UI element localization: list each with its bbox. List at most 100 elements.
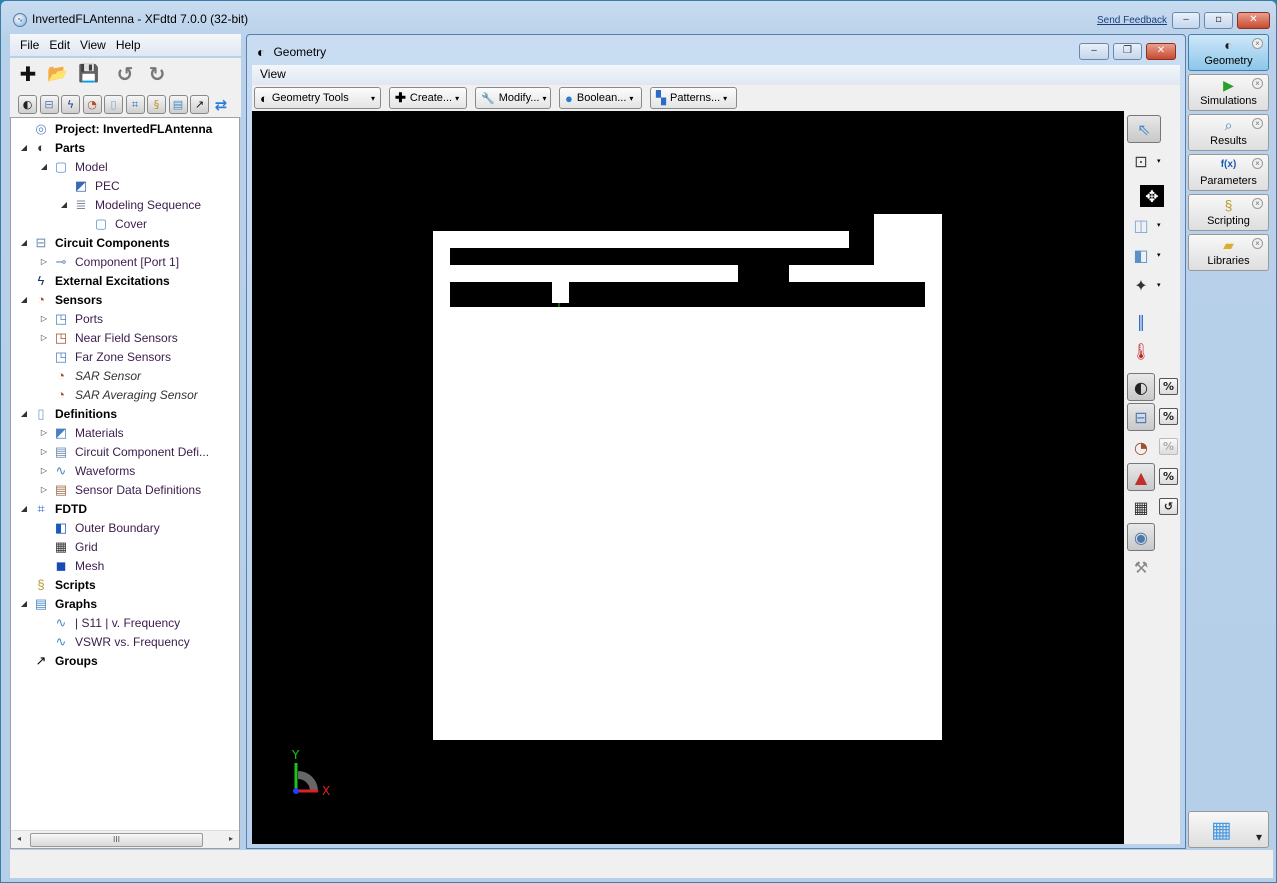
new-project-icon[interactable]: ✚: [15, 61, 41, 87]
view-wireframe-icon[interactable]: ◫: [1127, 211, 1155, 239]
expand-arrow-icon[interactable]: ▷: [39, 428, 49, 437]
show-sensors-icon[interactable]: ◔: [1127, 433, 1155, 461]
dock-tab-simulations[interactable]: ▶ Simulations ×: [1188, 74, 1269, 111]
definitions-filter-icon[interactable]: ▯: [104, 95, 123, 114]
close-tab-icon[interactable]: ×: [1252, 238, 1263, 249]
tree-item-pec[interactable]: ◩ PEC: [59, 176, 120, 195]
show-parts-icon[interactable]: ◐: [1127, 373, 1155, 401]
parts-filter-icon[interactable]: ◐: [18, 95, 37, 114]
lighting-icon[interactable]: ✦: [1127, 271, 1155, 299]
minimize-button[interactable]: ‒: [1172, 12, 1200, 29]
collapse-arrow-icon[interactable]: ◢: [39, 162, 49, 171]
scroll-right-arrow[interactable]: ▸: [229, 834, 233, 843]
expand-arrow-icon[interactable]: ▷: [39, 333, 49, 342]
zoom-region-icon[interactable]: ⊡: [1127, 147, 1155, 175]
tree-item-grid[interactable]: ▦ Grid: [39, 537, 98, 556]
geometry-menu-view[interactable]: View: [252, 65, 294, 83]
save-icon[interactable]: 💾: [76, 61, 102, 87]
scroll-thumb[interactable]: III: [30, 833, 203, 847]
thermometer-icon[interactable]: 🌡: [1127, 337, 1155, 365]
tree-item-sensor-data-definitions[interactable]: ▷ ▤ Sensor Data Definitions: [39, 480, 201, 499]
tree-item-materials[interactable]: ▷ ◩ Materials: [39, 423, 124, 442]
maximize-button[interactable]: ▫: [1204, 12, 1233, 29]
tree-item-model[interactable]: ◢ ▢ Model: [39, 157, 108, 176]
show-grid-icon[interactable]: ▦: [1127, 493, 1155, 521]
show-results-icon[interactable]: ▲: [1127, 463, 1155, 491]
groups-filter-icon[interactable]: ↗: [190, 95, 209, 114]
open-project-icon[interactable]: 📂: [45, 61, 71, 87]
tree-item-parts[interactable]: ◢ ◐ Parts: [19, 138, 85, 157]
create-button[interactable]: ✚ Create... ▾: [389, 87, 467, 109]
view-solid-icon[interactable]: ◧: [1127, 241, 1155, 269]
scroll-left-arrow[interactable]: ◂: [17, 834, 21, 843]
scripts-filter-icon[interactable]: §: [147, 95, 166, 114]
geometry-tools-dropdown[interactable]: ◐ Geometry Tools ▾: [254, 87, 381, 109]
show-mesh-icon[interactable]: ◉: [1127, 523, 1155, 551]
modify-button[interactable]: 🔧 Modify... ▾: [475, 87, 551, 109]
undo-icon[interactable]: ↺: [112, 61, 138, 87]
collapse-arrow-icon[interactable]: ◢: [19, 295, 29, 304]
tree-horizontal-scrollbar[interactable]: ◂ III ▸: [11, 830, 239, 848]
tree-item-outer-boundary[interactable]: ◧ Outer Boundary: [39, 518, 160, 537]
tools-icon[interactable]: ⚒: [1127, 553, 1155, 581]
opacity-percent-button[interactable]: %: [1159, 408, 1178, 425]
sensor-filter-icon[interactable]: ◔: [82, 95, 102, 114]
tree-item-scripts[interactable]: § Scripts: [19, 575, 95, 594]
opacity-percent-button[interactable]: %: [1159, 468, 1178, 485]
chevron-down-icon[interactable]: ▾: [1157, 157, 1161, 165]
menu-file[interactable]: File: [10, 34, 44, 52]
menu-help[interactable]: Help: [111, 34, 146, 52]
dock-tab-results[interactable]: ⌕ Results ×: [1188, 114, 1269, 151]
close-tab-icon[interactable]: ×: [1252, 158, 1263, 169]
select-arrow-icon[interactable]: ⇖: [1127, 115, 1161, 143]
tree-item-sar-averaging-sensor[interactable]: ◔ SAR Averaging Sensor: [39, 385, 198, 404]
tree-item-circuit-components[interactable]: ◢ ⊟ Circuit Components: [19, 233, 170, 252]
ruler-icon[interactable]: ‖: [1127, 307, 1155, 335]
tree-item-component-port-1[interactable]: ▷ ⊸ Component [Port 1]: [39, 252, 179, 271]
layout-selector-button[interactable]: ▦ ▾: [1188, 811, 1269, 848]
patterns-button[interactable]: ▚ Patterns... ▾: [650, 87, 737, 109]
close-tab-icon[interactable]: ×: [1252, 38, 1263, 49]
close-tab-icon[interactable]: ×: [1252, 198, 1263, 209]
tree-item-waveforms[interactable]: ▷ ∿ Waveforms: [39, 461, 135, 480]
tree-item-project-invertedflantenna[interactable]: ◎ Project: InvertedFLAntenna: [19, 119, 212, 138]
chevron-down-icon[interactable]: ▾: [1157, 281, 1161, 289]
tree-item-s11-v-frequency[interactable]: ∿ | S11 | v. Frequency: [39, 613, 181, 632]
tree-item-definitions[interactable]: ◢ ▯ Definitions: [19, 404, 117, 423]
geometry-restore-button[interactable]: ❐: [1113, 43, 1142, 60]
tree-item-external-excitations[interactable]: ϟ External Excitations: [19, 271, 170, 290]
tree-item-graphs[interactable]: ◢ ▤ Graphs: [19, 594, 97, 613]
boolean-button[interactable]: ● Boolean... ▾: [559, 87, 642, 109]
circuit-filter-icon[interactable]: ⊟: [39, 95, 59, 114]
geometry-close-button[interactable]: ✕: [1146, 43, 1176, 60]
tree-item-groups[interactable]: ↗ Groups: [19, 651, 98, 670]
chevron-down-icon[interactable]: ▾: [1157, 251, 1161, 259]
tree-item-sar-sensor[interactable]: ◔ SAR Sensor: [39, 366, 141, 385]
tree-item-sensors[interactable]: ◢ ◔ Sensors: [19, 290, 102, 309]
tree-item-cover[interactable]: ▢ Cover: [79, 214, 147, 233]
dock-tab-scripting[interactable]: § Scripting ×: [1188, 194, 1269, 231]
pan-icon[interactable]: ✥: [1140, 185, 1164, 207]
redo-icon[interactable]: ↻: [144, 61, 170, 87]
geometry-minimize-button[interactable]: ‒: [1079, 43, 1109, 60]
expand-arrow-icon[interactable]: ▷: [39, 257, 49, 266]
send-feedback-link[interactable]: Send Feedback: [1097, 15, 1167, 26]
expand-arrow-icon[interactable]: ▷: [39, 466, 49, 475]
tree-item-vswr-vs-frequency[interactable]: ∿ VSWR vs. Frequency: [39, 632, 190, 651]
tree-item-far-zone-sensors[interactable]: ◳ Far Zone Sensors: [39, 347, 171, 366]
tree-item-ports[interactable]: ▷ ◳ Ports: [39, 309, 103, 328]
expand-arrow-icon[interactable]: ▷: [39, 485, 49, 494]
collapse-arrow-icon[interactable]: ◢: [59, 200, 69, 209]
tree-item-mesh[interactable]: ◼ Mesh: [39, 556, 105, 575]
tree-item-circuit-component-defi[interactable]: ▷ ▤ Circuit Component Defi...: [39, 442, 209, 461]
3d-viewport[interactable]: X Y: [252, 111, 1124, 844]
close-button[interactable]: ✕: [1237, 12, 1270, 29]
close-tab-icon[interactable]: ×: [1252, 78, 1263, 89]
tree-item-fdtd[interactable]: ◢ ⌗ FDTD: [19, 499, 87, 518]
menu-edit[interactable]: Edit: [44, 34, 75, 52]
collapse-arrow-icon[interactable]: ◢: [19, 143, 29, 152]
opacity-percent-button[interactable]: %: [1159, 438, 1178, 455]
collapse-arrow-icon[interactable]: ◢: [19, 238, 29, 247]
opacity-percent-button[interactable]: %: [1159, 378, 1178, 395]
fdtd-filter-icon[interactable]: ⌗: [125, 95, 145, 114]
